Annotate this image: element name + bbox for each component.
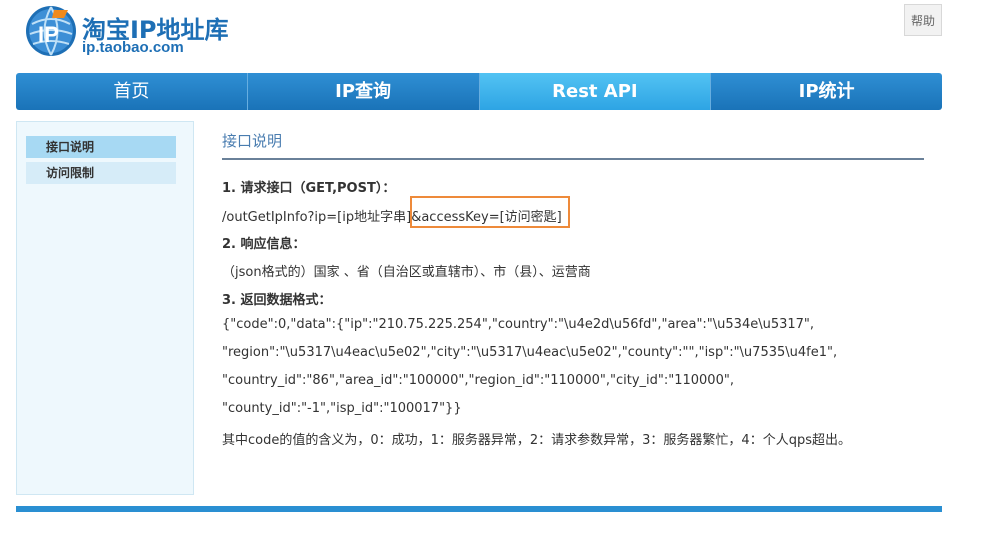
json-line-1: {"code":0,"data":{"ip":"210.75.225.254",…	[222, 317, 815, 332]
sidebar-item-api-doc[interactable]: 接口说明	[26, 136, 176, 158]
section-request-heading: 1. 请求接口（GET,POST）：	[222, 181, 396, 196]
tab-home[interactable]: 首页	[16, 73, 248, 110]
sidebar-item-access-limit[interactable]: 访问限制	[26, 162, 176, 184]
svg-text:IP: IP	[38, 22, 59, 47]
tab-ip-query[interactable]: IP查询	[247, 73, 480, 110]
json-line-2: "region":"\u5317\u4eac\u5e02","city":"\u…	[222, 345, 838, 360]
main-nav: 首页 IP查询 Rest API IP统计	[16, 73, 942, 110]
logo-domain: ip.taobao.com	[82, 39, 184, 56]
section-format-heading: 3. 返回数据格式：	[222, 293, 332, 308]
title-divider	[222, 158, 924, 160]
tab-rest-api[interactable]: Rest API	[479, 73, 712, 110]
page-title: 接口说明	[222, 132, 283, 150]
footer-bar	[16, 506, 942, 512]
tab-ip-stats[interactable]: IP统计	[711, 73, 942, 110]
json-line-3: "country_id":"86","area_id":"100000","re…	[222, 373, 734, 388]
help-button[interactable]: 帮助	[904, 4, 942, 36]
code-meaning-text: 其中code的值的含义为，0：成功，1：服务器异常，2：请求参数异常，3：服务器…	[222, 433, 851, 448]
section-response-heading: 2. 响应信息：	[222, 237, 306, 252]
sidebar: 接口说明 访问限制	[16, 121, 194, 495]
globe-ip-icon: IP	[26, 6, 76, 56]
json-line-4: "county_id":"-1","isp_id":"100017"}}	[222, 401, 462, 416]
site-logo[interactable]: IP 淘宝IP地址库 ip.taobao.com	[24, 4, 254, 60]
access-key-highlight	[410, 196, 570, 228]
response-description: （json格式的）国家 、省（自治区或直辖市）、市（县）、运营商	[222, 265, 591, 280]
